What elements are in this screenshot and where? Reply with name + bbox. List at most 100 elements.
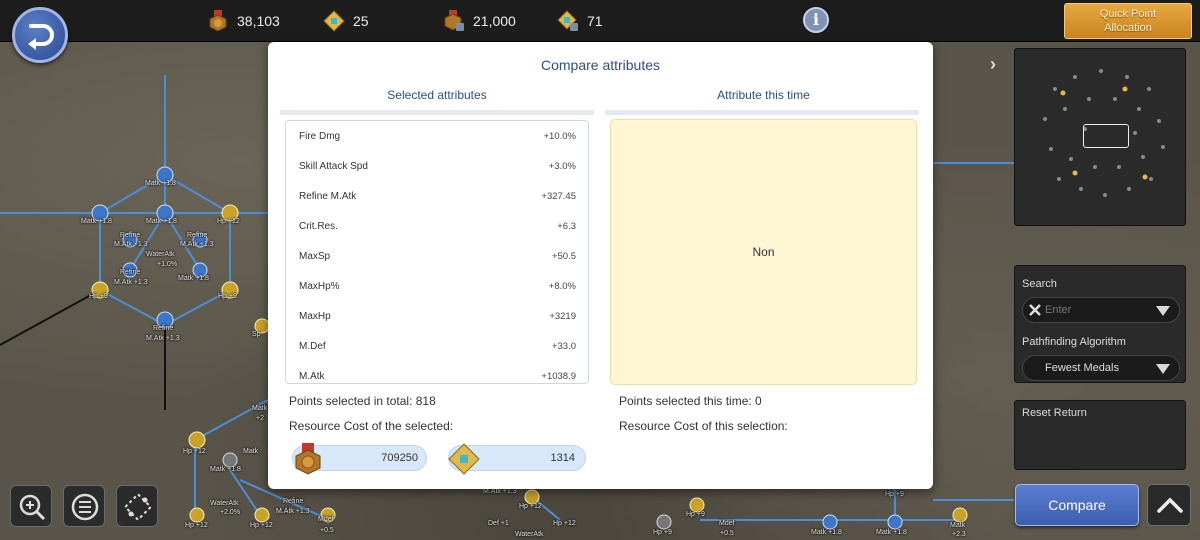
attr-value: +1038.9 <box>541 371 576 383</box>
quick-point-label-2: Allocation <box>1104 22 1152 34</box>
selected-attributes-list[interactable]: Fire Dmg +10.0% Skill Attack Spd +3.0% Ref… <box>285 120 589 384</box>
list-item: M.Def +33.0 <box>286 332 588 362</box>
zoom-button[interactable] <box>10 485 52 527</box>
attr-value: +6.3 <box>557 220 576 232</box>
tree-node-label: M.Atk +1.3 <box>483 488 517 495</box>
attribute-this-time-panel: Non <box>610 119 917 385</box>
attr-name: M.Def <box>299 341 326 353</box>
tree-node-label: +2.3 <box>952 531 966 538</box>
info-button[interactable]: i <box>803 7 829 33</box>
pathfinding-select[interactable]: Fewest Medals <box>1022 355 1180 381</box>
route-button[interactable] <box>116 485 158 527</box>
route-path-icon <box>123 492 153 522</box>
compare-button[interactable]: Compare <box>1015 484 1139 526</box>
search-placeholder: Enter <box>1045 304 1072 316</box>
gold-crystal-icon <box>323 10 345 32</box>
tree-node-label: Matk <box>252 405 268 412</box>
tree-node-label: M.Atk +1.3 <box>180 241 214 248</box>
locked-medal-count: 21,000 <box>473 13 516 29</box>
attr-name: M.Atk <box>299 371 325 383</box>
resource-crystal: 25 <box>323 8 369 34</box>
tree-node-label: Refine <box>187 232 208 239</box>
tree-node-label: Hp +12 <box>183 448 206 455</box>
tree-node-label: Matk <box>950 522 966 529</box>
chevron-down-icon[interactable] <box>1156 306 1170 316</box>
points-total-text: Points selected in total: 818 <box>289 394 436 408</box>
divider <box>280 110 594 115</box>
list-item: Crit.Res. +6.3 <box>286 211 588 241</box>
pathfinding-label: Pathfinding Algorithm <box>1022 336 1126 348</box>
minimap[interactable] <box>1014 48 1186 226</box>
tree-node-label: Hp +9 <box>653 529 672 536</box>
top-resource-bar: 38,103 25 21,000 71 i Quick Point Alloca… <box>0 0 1200 42</box>
tree-node-label: Matk +1.8 <box>178 275 209 282</box>
tree-node-label: Hp +9 <box>686 511 705 518</box>
zoom-in-icon <box>19 494 46 521</box>
locked-red-medal-icon <box>444 10 464 31</box>
crystal-cost-pill: 1314 <box>448 443 586 475</box>
tree-node-label: M.Atk +1.3 <box>114 241 148 248</box>
points-this-time-text: Points selected this time: 0 <box>619 394 762 408</box>
red-medal-icon <box>295 443 321 475</box>
tree-node-label: Matk +1.8 <box>81 218 112 225</box>
tree-node-label: Hp +12 <box>217 218 240 225</box>
tree-node-label: Hp +12 <box>250 522 273 529</box>
quick-point-allocation-button[interactable]: Quick Point Allocation <box>1064 3 1192 39</box>
tree-node-label: Matk +1.8 <box>146 218 177 225</box>
tree-node-label: Mdef <box>318 516 334 523</box>
tree-node-label: Hp +9 <box>218 293 237 300</box>
back-button[interactable] <box>12 7 68 63</box>
return-arrow-icon <box>28 24 54 50</box>
attr-name: Crit.Res. <box>299 220 338 232</box>
reset-return-label: Reset Return <box>1022 407 1087 419</box>
tree-node-label: M.Atk +1.3 <box>146 335 180 342</box>
tree-node-label: Refine <box>120 232 141 239</box>
red-medal-icon <box>209 10 227 32</box>
attr-value: +3.0% <box>548 160 576 172</box>
tree-node-label: Hp +9 <box>89 293 108 300</box>
compare-attributes-dialog: Compare attributes Selected attributes A… <box>268 42 933 489</box>
tree-node-label: Matk +1.8 <box>210 466 241 473</box>
attr-value: +327.45 <box>541 190 576 202</box>
quick-point-label-1: Quick Point <box>1099 8 1157 20</box>
tree-node-label: WaterAtk <box>210 500 239 507</box>
tree-node-label: Refine <box>120 269 141 276</box>
list-item: Fire Dmg +10.0% <box>286 121 588 151</box>
list-menu-icon <box>71 493 99 521</box>
tree-node-label: Matk +1.8 <box>876 529 907 536</box>
list-item: MaxHp% +8.0% <box>286 271 588 301</box>
dialog-title: Compare attributes <box>540 57 661 73</box>
tree-node-label: Matk +1.8 <box>811 529 842 536</box>
tree-node-label: Hp +12 <box>185 522 208 529</box>
list-button[interactable] <box>63 485 105 527</box>
resource-locked-medal: 21,000 <box>443 8 516 34</box>
tree-node-label: Hp +9 <box>885 491 904 498</box>
tree-node-label: +2.0% <box>220 509 241 516</box>
tree-node-label: Mdef <box>719 520 735 527</box>
list-item: MaxSp +50.5 <box>286 241 588 271</box>
search-input[interactable]: Enter <box>1022 297 1180 323</box>
attr-value: +10.0% <box>543 130 577 142</box>
tree-node-label: +0.5 <box>320 527 334 534</box>
clear-x-icon[interactable] <box>1028 303 1042 317</box>
chevron-down-icon <box>1156 364 1170 374</box>
tree-node-label: Hp +12 <box>519 503 542 510</box>
tree-node-label: +0.5 <box>720 530 734 537</box>
crystal-count: 25 <box>353 13 369 29</box>
tree-node-label: Matk <box>243 448 259 455</box>
tree-node-label: M.Atk +1.3 <box>276 508 310 515</box>
tree-node-label: M.Atk +1.3 <box>114 279 148 286</box>
list-item: MaxHp +3219 <box>286 302 588 332</box>
search-label: Search <box>1022 278 1057 290</box>
tree-node-label: WaterAtk <box>515 531 544 538</box>
tree-node-label: Hp +12 <box>553 520 576 527</box>
tree-node-label: Def +1 <box>488 520 509 527</box>
reset-return-panel[interactable]: Reset Return <box>1014 400 1186 470</box>
attr-name: Fire Dmg <box>299 130 341 142</box>
chevron-right-icon[interactable]: › <box>990 54 996 75</box>
minimap-viewport[interactable] <box>1083 124 1129 148</box>
tree-node-label: Refine <box>283 498 304 505</box>
tree-node-label: Matk +1.8 <box>145 180 176 187</box>
collapse-button[interactable] <box>1147 484 1191 526</box>
attr-value: +8.0% <box>548 281 576 293</box>
